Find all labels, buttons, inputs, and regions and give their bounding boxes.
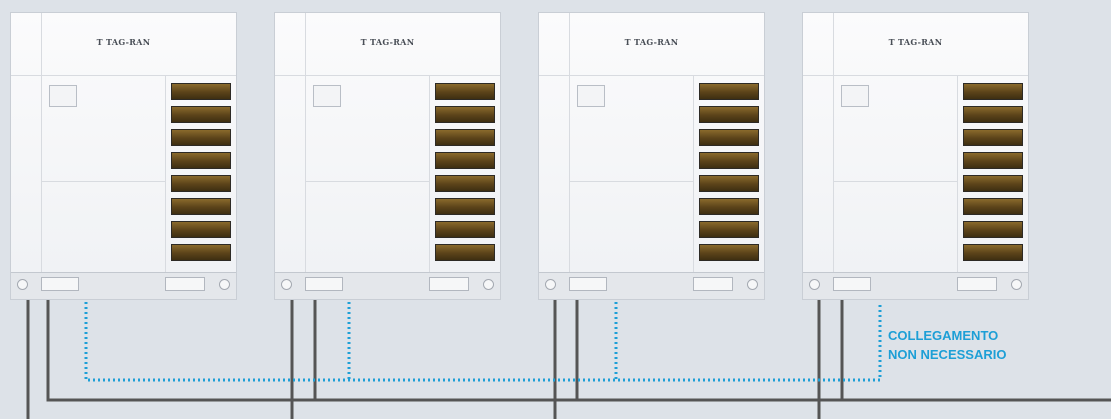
- outdoor-unit-3: T TAG-RAN: [538, 12, 765, 300]
- display-window-icon: [841, 85, 869, 107]
- vent-grille: [963, 83, 1023, 267]
- unit-base: [803, 272, 1028, 299]
- vent-grille: [435, 83, 495, 267]
- unit-base: [539, 272, 764, 299]
- pipe-port: [165, 277, 205, 291]
- dotted-link-main: [84, 302, 882, 382]
- brand-logo: T TAG-RAN: [888, 37, 943, 47]
- unit-base: [275, 272, 500, 299]
- display-window-icon: [313, 85, 341, 107]
- pipe-port: [833, 277, 871, 291]
- connection-note-line1: COLLEGAMENTO: [888, 328, 999, 343]
- outdoor-unit-4: T TAG-RAN: [802, 12, 1029, 300]
- display-window-icon: [577, 85, 605, 107]
- connection-note-line2: NON NECESSARIO: [888, 347, 1007, 362]
- connection-note: COLLEGAMENTO NON NECESSARIO: [888, 326, 1006, 364]
- brand-logo: T TAG-RAN: [624, 37, 679, 47]
- brand-logo: T TAG-RAN: [96, 37, 151, 47]
- display-window-icon: [49, 85, 77, 107]
- pipe-port: [429, 277, 469, 291]
- pipe-port: [957, 277, 997, 291]
- pipe-port: [41, 277, 79, 291]
- diagram-stage: T TAG-RAN T TAG-RAN T TAG-RAN T TAG-RAN …: [0, 0, 1111, 419]
- pipe-port: [693, 277, 733, 291]
- unit-base: [11, 272, 236, 299]
- pipe-port: [569, 277, 607, 291]
- outdoor-unit-2: T TAG-RAN: [274, 12, 501, 300]
- brand-logo: T TAG-RAN: [360, 37, 415, 47]
- pipe-port: [305, 277, 343, 291]
- vent-grille: [699, 83, 759, 267]
- vent-grille: [171, 83, 231, 267]
- outdoor-unit-1: T TAG-RAN: [10, 12, 237, 300]
